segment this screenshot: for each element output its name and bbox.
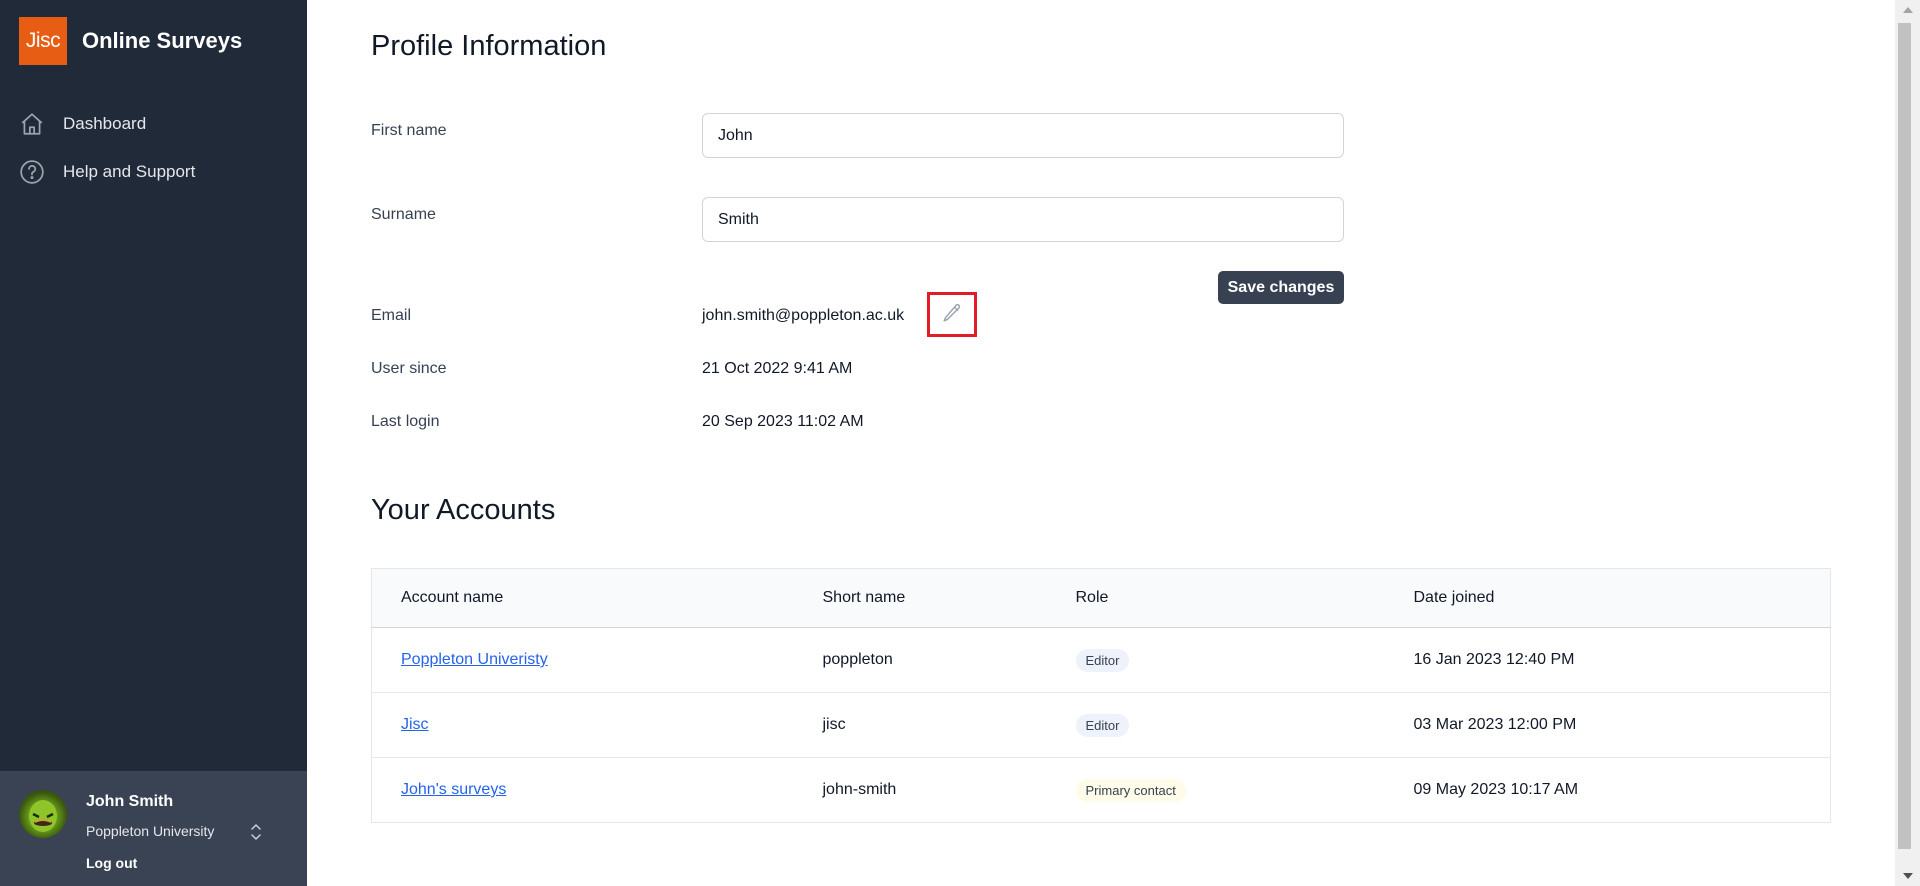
sidebar: Jisc Online Surveys Dashboard Help and S… <box>0 0 307 886</box>
scroll-down-arrow-icon[interactable] <box>1895 866 1920 886</box>
table-row: Jisc jisc Editor 03 Mar 2023 12:00 PM <box>371 693 1831 758</box>
table-row: John's surveys john-smith Primary contac… <box>371 758 1831 823</box>
column-header-date-joined: Date joined <box>1413 589 1495 606</box>
pencil-icon <box>941 302 963 327</box>
vertical-scrollbar[interactable] <box>1895 0 1920 886</box>
surname-input[interactable] <box>702 197 1344 242</box>
table-header-row: Account name Short name Role Date joined <box>371 568 1831 628</box>
column-header-role: Role <box>1075 589 1109 606</box>
role-badge: Editor <box>1075 713 1130 737</box>
short-name-cell: jisc <box>822 716 846 733</box>
first-name-input[interactable] <box>702 113 1344 158</box>
jisc-logo: Jisc <box>19 17 67 65</box>
save-changes-button[interactable]: Save changes <box>1218 271 1344 304</box>
sidebar-nav: Dashboard Help and Support <box>19 112 289 208</box>
sidebar-item-label: Dashboard <box>63 114 147 133</box>
date-joined-cell: 03 Mar 2023 12:00 PM <box>1413 716 1577 733</box>
email-value: john.smith@poppleton.ac.uk <box>702 307 905 324</box>
scrollbar-thumb[interactable] <box>1898 23 1911 849</box>
first-name-label: First name <box>371 122 447 139</box>
last-login-label: Last login <box>371 413 440 430</box>
accounts-table: Account name Short name Role Date joined… <box>371 568 1831 823</box>
account-link[interactable]: Jisc <box>401 716 429 733</box>
scroll-up-arrow-icon[interactable] <box>1895 0 1920 20</box>
date-joined-cell: 09 May 2023 10:17 AM <box>1413 781 1579 798</box>
chevron-up-down-icon[interactable] <box>248 821 264 843</box>
user-panel: John Smith Poppleton University Log out <box>0 771 307 886</box>
user-name: John Smith <box>86 793 174 810</box>
question-circle-icon <box>19 159 45 185</box>
column-header-short-name: Short name <box>822 589 906 606</box>
profile-title: Profile Information <box>371 30 607 62</box>
accounts-title: Your Accounts <box>371 494 556 526</box>
brand[interactable]: Jisc Online Surveys <box>19 17 242 65</box>
role-badge: Editor <box>1075 648 1130 672</box>
logout-link[interactable]: Log out <box>86 855 137 871</box>
account-link[interactable]: Poppleton Univeristy <box>401 651 548 668</box>
user-since-value: 21 Oct 2022 9:41 AM <box>702 360 853 377</box>
user-since-label: User since <box>371 360 447 377</box>
role-badge: Primary contact <box>1075 778 1186 802</box>
user-organisation: Poppleton University <box>86 823 215 839</box>
sidebar-item-label: Help and Support <box>63 162 196 181</box>
app-title: Online Surveys <box>82 28 243 53</box>
home-icon <box>19 111 45 137</box>
short-name-cell: poppleton <box>822 651 893 668</box>
table-row: Poppleton Univeristy poppleton Editor 16… <box>371 628 1831 693</box>
last-login-value: 20 Sep 2023 11:02 AM <box>702 413 864 430</box>
date-joined-cell: 16 Jan 2023 12:40 PM <box>1413 651 1575 668</box>
surname-label: Surname <box>371 206 436 223</box>
sidebar-item-help-and-support[interactable]: Help and Support <box>19 160 289 184</box>
avatar[interactable] <box>19 790 67 838</box>
email-label: Email <box>371 307 412 324</box>
column-header-account-name: Account name <box>401 589 504 606</box>
short-name-cell: john-smith <box>822 781 897 798</box>
edit-email-button[interactable] <box>927 292 977 337</box>
account-link[interactable]: John's surveys <box>401 781 506 798</box>
sidebar-item-dashboard[interactable]: Dashboard <box>19 112 289 136</box>
